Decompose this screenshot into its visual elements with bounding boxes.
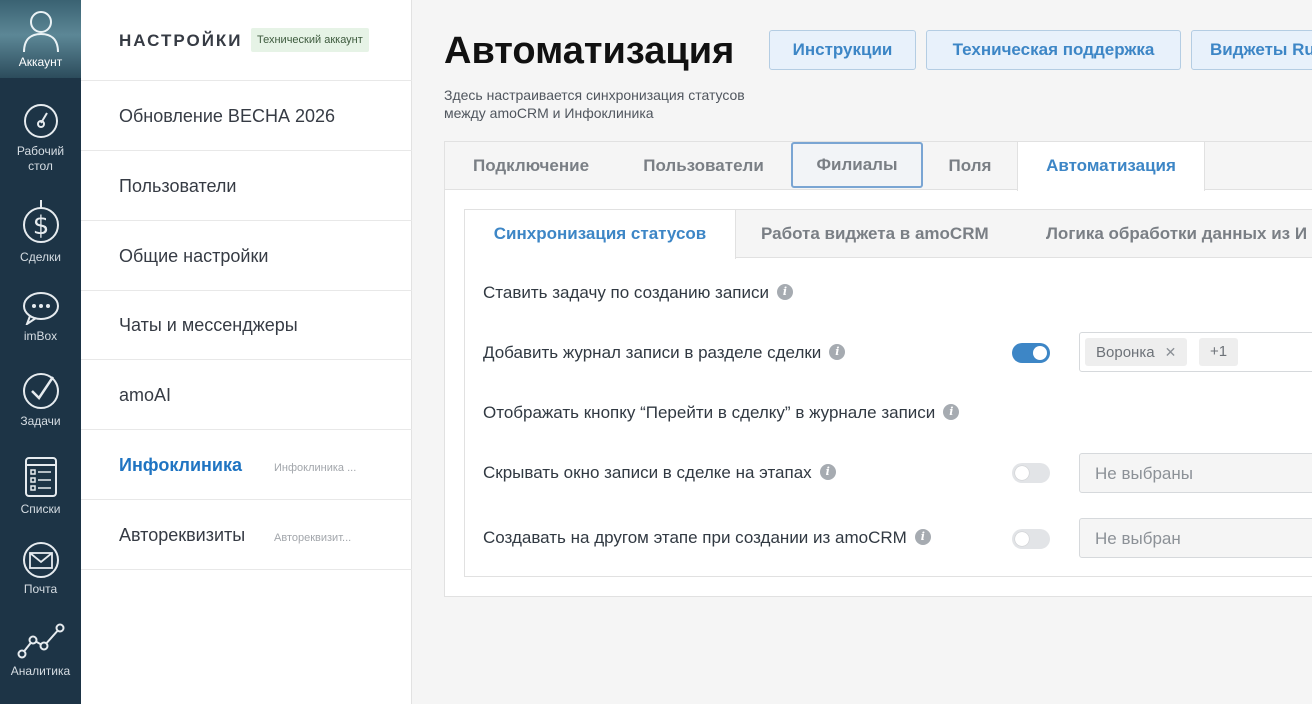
nav-dashboard-label: Рабочий стол <box>16 144 65 173</box>
info-icon[interactable]: i <box>777 284 793 301</box>
nav-dashboard[interactable]: Рабочий стол <box>0 102 81 174</box>
sub-tabs: Синхронизация статусов Работа виджета в … <box>465 210 1312 259</box>
info-icon[interactable]: i <box>943 404 960 421</box>
toggle-knob <box>1015 532 1029 546</box>
nav-mail-label: Почта <box>23 582 58 596</box>
remove-chip-icon[interactable]: ✕ <box>1165 344 1177 360</box>
sidebar-item-label: Обновление ВЕСНА 2026 <box>119 106 335 126</box>
add-journal-pipeline-select[interactable]: Воронка ✕ +1 <box>1079 332 1312 372</box>
main-tabs: Подключение Пользователи Филиалы Поля Ав… <box>445 142 1312 191</box>
info-icon[interactable]: i <box>819 464 836 481</box>
add-journal-toggle[interactable] <box>1012 343 1050 363</box>
checkmark-icon <box>22 373 59 409</box>
settings-sidebar: НАСТРОЙКИ Технический аккаунт Обновление… <box>81 0 412 704</box>
chip-label: Воронка <box>1096 344 1155 361</box>
sidebar-item-label: amoAI <box>119 385 172 405</box>
tab-fields[interactable]: Поля <box>923 142 1017 190</box>
sidebar-item-update[interactable]: Обновление ВЕСНА 2026 <box>81 81 412 151</box>
hide-window-stages-select[interactable]: Не выбраны <box>1079 453 1312 493</box>
settings-sidebar-header: НАСТРОЙКИ Технический аккаунт <box>81 0 412 81</box>
tab-connection[interactable]: Подключение <box>445 142 617 190</box>
tab-branches[interactable]: Филиалы <box>791 142 923 188</box>
sidebar-item-infoclinic[interactable]: Инфоклиника Инфоклиника ... <box>81 430 412 500</box>
sidebar-item-amoai[interactable]: amoAI <box>81 360 412 430</box>
mail-icon <box>22 542 59 578</box>
subtab-status-sync[interactable]: Синхронизация статусов <box>465 210 736 259</box>
main-content: Автоматизация Инструкции Техническая под… <box>413 0 1312 704</box>
automation-panel: Синхронизация статусов Работа виджета в … <box>464 209 1312 577</box>
nav-imbox-label: imBox <box>23 329 58 343</box>
support-button[interactable]: Техническая поддержка <box>926 30 1181 70</box>
nav-deals[interactable]: $ Сделки <box>0 200 81 265</box>
sidebar-item-users[interactable]: Пользователи <box>81 151 412 221</box>
toggle-knob <box>1015 466 1029 480</box>
setting-create-other-stage: Создавать на другом этапе при создании и… <box>483 528 931 548</box>
create-other-stage-select[interactable]: Не выбран <box>1079 518 1312 558</box>
setting-label: Отображать кнопку “Перейти в сделку” в ж… <box>483 403 936 422</box>
setting-show-go-to-deal: Отображать кнопку “Перейти в сделку” в ж… <box>483 403 960 423</box>
page-title: Автоматизация <box>444 30 735 72</box>
tab-users[interactable]: Пользователи <box>617 142 790 190</box>
more-chips-counter[interactable]: +1 <box>1199 338 1239 366</box>
hide-window-toggle[interactable] <box>1012 463 1050 483</box>
info-icon[interactable]: i <box>914 529 931 546</box>
sidebar-item-label: Общие настройки <box>119 246 269 266</box>
settings-title: НАСТРОЙКИ <box>119 31 243 50</box>
sidebar-item-chats[interactable]: Чаты и мессенджеры <box>81 290 412 360</box>
sidebar-item-sublabel: Инфоклиника ... <box>274 462 357 474</box>
nav-imbox[interactable]: imBox <box>0 291 81 344</box>
select-placeholder: Не выбран <box>1095 529 1181 548</box>
nav-tasks[interactable]: Задачи <box>0 372 81 429</box>
setting-add-journal: Добавить журнал записи в разделе сделки i <box>483 343 846 363</box>
setting-label: Создавать на другом этапе при создании и… <box>483 528 907 547</box>
nav-tasks-label: Задачи <box>20 414 61 428</box>
subtab-widget-in-amocrm[interactable]: Работа виджета в amoCRM <box>761 210 989 258</box>
widgets-button[interactable]: Виджеты Ru <box>1191 30 1312 70</box>
settings-card: Подключение Пользователи Филиалы Поля Ав… <box>444 141 1312 597</box>
info-icon[interactable]: i <box>829 344 846 361</box>
nav-account[interactable]: Аккаунт <box>0 0 81 78</box>
setting-hide-window: Скрывать окно записи в сделке на этапах i <box>483 463 836 483</box>
setting-create-task: Ставить задачу по созданию записи i <box>483 283 793 303</box>
gauge-icon <box>23 104 58 138</box>
sidebar-item-label: Инфоклиника <box>119 455 243 475</box>
sidebar-item-label: Пользователи <box>119 176 237 196</box>
nav-analytics-label: Аналитика <box>10 664 71 678</box>
list-icon <box>24 457 57 497</box>
select-placeholder: Не выбраны <box>1095 464 1193 483</box>
sidebar-item-sublabel: Автореквизит... <box>274 532 352 544</box>
setting-label: Скрывать окно записи в сделке на этапах <box>483 463 812 482</box>
sidebar-item-autorequisites[interactable]: Автореквизиты Автореквизит... <box>81 500 412 570</box>
dollar-icon: $ <box>22 200 59 243</box>
nav-lists-label: Списки <box>20 502 61 516</box>
toggle-knob <box>1033 346 1047 360</box>
tab-automation[interactable]: Автоматизация <box>1017 142 1205 191</box>
sidebar-item-label: Чаты и мессенджеры <box>119 315 298 335</box>
setting-label: Добавить журнал записи в разделе сделки <box>483 343 822 362</box>
nav-analytics[interactable]: Аналитика <box>0 622 81 679</box>
nav-account-label: Аккаунт <box>18 55 63 69</box>
user-icon <box>23 11 59 52</box>
analytics-icon <box>17 623 64 659</box>
chat-bubble-icon <box>22 292 59 325</box>
account-type-badge: Технический аккаунт <box>251 28 369 52</box>
create-other-stage-toggle[interactable] <box>1012 529 1050 549</box>
nav-mail[interactable]: Почта <box>0 542 81 597</box>
pipeline-chip: Воронка ✕ <box>1085 338 1188 366</box>
sidebar-item-general[interactable]: Общие настройки <box>81 221 412 291</box>
main-navigation: Аккаунт Рабочий стол $ Сделки imBox Зада <box>0 0 81 704</box>
nav-deals-label: Сделки <box>20 250 61 264</box>
svg-text:$: $ <box>32 211 49 241</box>
subtab-data-logic[interactable]: Логика обработки данных из И <box>1046 210 1307 258</box>
sidebar-item-label: Автореквизиты <box>119 525 246 545</box>
instructions-button[interactable]: Инструкции <box>769 30 916 70</box>
page-subtitle: Здесь настраивается синхронизация статус… <box>444 87 745 121</box>
nav-lists[interactable]: Списки <box>0 454 81 517</box>
setting-label: Ставить задачу по созданию записи <box>483 283 769 302</box>
